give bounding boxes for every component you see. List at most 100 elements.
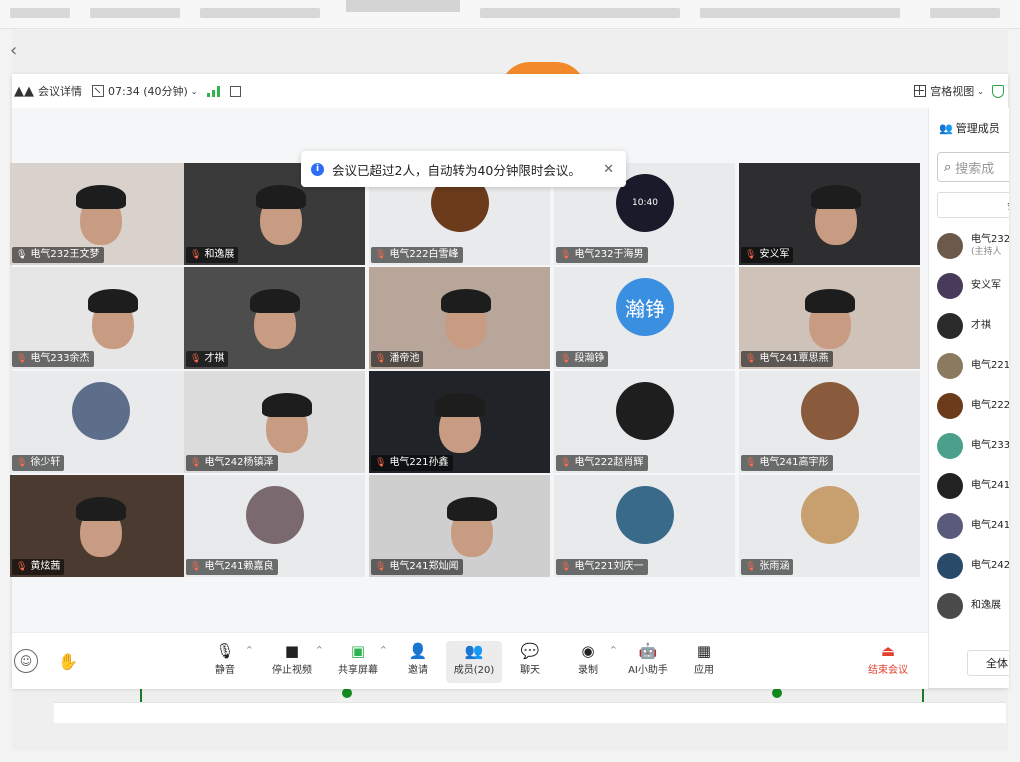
participant-avatar (801, 382, 859, 440)
people-icon: 👥 (939, 121, 953, 135)
participant-tile[interactable]: 🎙 徐少轩 (10, 371, 191, 473)
member-list-item[interactable]: 和逸展 (937, 590, 1009, 622)
participant-name: 电气233余杰 (30, 353, 90, 364)
member-list-item[interactable]: 安义军 (937, 270, 1009, 302)
member-avatar (937, 313, 963, 339)
participant-avatar: 瀚铮 (616, 278, 674, 336)
emoji-icon[interactable]: ☺ (14, 649, 38, 673)
record-options-caret[interactable]: ^ (610, 645, 617, 654)
time-limit-notice: i 会议已超过2人，自动转为40分钟限时会议。 ✕ (301, 151, 626, 187)
apps-button[interactable]: ▦ 应用 (676, 641, 732, 683)
participant-name: 电气241覃思燕 (759, 353, 829, 364)
view-mode-button[interactable]: 宫格视图 (930, 83, 974, 99)
member-name: 电气232 (971, 234, 1009, 245)
close-icon[interactable]: ✕ (603, 162, 614, 177)
record-icon: ◉ (581, 642, 595, 660)
member-list-item[interactable]: 才祺 (937, 310, 1009, 342)
participant-tile[interactable]: 🎙 电气242杨镇泽 (184, 371, 365, 473)
participant-name-tag: 🎙 黄炫茜 (12, 559, 65, 575)
member-info: 电气233 (971, 440, 1009, 452)
member-info: 和逸展 (971, 600, 1001, 612)
share-screen-button[interactable]: ▣ 共享屏幕 (330, 641, 386, 683)
microphone-muted-icon: 🎙 (190, 354, 202, 364)
chevron-down-icon: ⌄ (977, 86, 984, 96)
member-list-item[interactable]: 电气233 (937, 430, 1009, 462)
participant-name: 电气221刘庆一 (574, 561, 644, 572)
camera-icon: ■ (284, 642, 300, 660)
participant-name-tag: 🎙 潘帝池 (371, 351, 424, 367)
add-user-icon: 👤 (408, 642, 428, 660)
meeting-details-button[interactable]: ▲▲ 会议详情 (12, 83, 82, 99)
chat-icon: 💬 (520, 642, 540, 660)
person-hair (435, 393, 485, 417)
chat-button[interactable]: 💬 聊天 (502, 641, 558, 683)
member-info: 电气242 (971, 560, 1009, 572)
members-button[interactable]: 👥 成员(20) (446, 641, 502, 683)
ai-assistant-button[interactable]: 🤖 AI小助手 (620, 641, 676, 683)
person-hair (88, 289, 138, 313)
participant-tile[interactable]: 🎙 张雨涵 (739, 475, 920, 577)
participant-name-tag: 🎙 徐少轩 (12, 455, 65, 471)
member-search-input[interactable]: ⌕ 搜索成 (937, 152, 1009, 182)
popout-icon[interactable] (230, 85, 242, 97)
person-hair (262, 393, 312, 417)
participant-tile[interactable]: 🎙 才祺 (184, 267, 365, 369)
video-grid: i 会议已超过2人，自动转为40分钟限时会议。 ✕ 🎙 电气232王文梦 🎙 和逸展 🎙… (10, 108, 928, 632)
raise-hand-icon[interactable]: ✋ (56, 649, 80, 673)
microphone-muted-icon: 🎙 (375, 354, 387, 364)
stop-video-button[interactable]: ■ 停止视频 (264, 641, 320, 683)
participant-tile[interactable]: 🎙 电气241郑灿闻 (369, 475, 550, 577)
mute-all-button[interactable]: 全体 (967, 650, 1009, 676)
participant-tile[interactable]: 🎙 电气241赖嘉良 (184, 475, 365, 577)
mute-options-caret[interactable]: ^ (246, 645, 253, 654)
member-list-item[interactable]: 电气222 (937, 390, 1009, 422)
participant-tile[interactable]: 🎙 电气222赵肖辉 (554, 371, 735, 473)
members-panel: 👥 管理成员 ⌕ 搜索成 会 电气232 (主持人安义军才祺电气221 电气222 电… (928, 108, 1009, 688)
participant-tile[interactable]: 🎙 电气241高宇彤 (739, 371, 920, 473)
mute-button[interactable]: 🎙 静音 (197, 641, 253, 683)
member-list-item[interactable]: 电气242 (937, 550, 1009, 582)
participant-tile[interactable]: 🎙 安义军 (739, 163, 920, 265)
participant-name-tag: 🎙 电气233余杰 (12, 351, 94, 367)
member-list-item[interactable]: 电气232 (主持人 (937, 230, 1009, 262)
slide-dot (342, 688, 352, 698)
record-button[interactable]: ◉ 录制 (560, 641, 616, 683)
member-name: 和逸展 (971, 600, 1001, 611)
share-options-caret[interactable]: ^ (380, 645, 387, 654)
back-arrow-icon[interactable]: ‹ (10, 40, 17, 61)
member-list-item[interactable]: 电气241 (937, 470, 1009, 502)
participant-name: 电气232王文梦 (30, 249, 100, 260)
participant-tile[interactable]: 瀚铮 🎙 段瀚铮 (554, 267, 735, 369)
participant-tile[interactable]: 🎙 电气221刘庆一 (554, 475, 735, 577)
security-shield-icon[interactable] (992, 84, 1004, 98)
meeting-timer[interactable]: 07:34 (40分钟) ⌄ (92, 83, 197, 99)
participant-tile[interactable]: 🎙 电气232王文梦 (10, 163, 191, 265)
video-options-caret[interactable]: ^ (316, 645, 323, 654)
participant-name: 电气241郑灿闻 (389, 561, 459, 572)
participant-tile[interactable]: 🎙 电气221孙鑫 (369, 371, 550, 473)
member-list-item[interactable]: 电气241 (937, 510, 1009, 542)
participant-name-tag: 🎙 电气221刘庆一 (556, 559, 648, 575)
member-info: 电气241 (971, 480, 1009, 492)
participant-tile[interactable]: 🎙 电气241覃思燕 (739, 267, 920, 369)
participant-tile[interactable]: 🎙 黄炫茜 (10, 475, 191, 577)
grid-view-icon (914, 85, 927, 97)
info-icon: i (311, 162, 324, 176)
member-tab[interactable]: 会 (937, 192, 1009, 218)
invite-button[interactable]: 👤 邀请 (390, 641, 446, 683)
person-hair (256, 185, 306, 209)
participant-tile[interactable]: 🎙 潘帝池 (369, 267, 550, 369)
member-list-item[interactable]: 电气221 (937, 350, 1009, 382)
member-name: 电气241 (971, 520, 1009, 531)
participant-name: 黄炫茜 (30, 561, 61, 572)
person-hair (76, 497, 126, 521)
participant-avatar (72, 382, 130, 440)
participant-tile[interactable]: 🎙 电气233余杰 (10, 267, 191, 369)
search-icon: ⌕ (944, 159, 952, 175)
participant-name-tag: 🎙 和逸展 (186, 247, 239, 263)
share-screen-icon: ▣ (350, 642, 366, 660)
network-signal-icon[interactable] (207, 85, 221, 97)
member-name: 电气221 (971, 360, 1009, 371)
end-meeting-button[interactable]: ⏏ 结束会议 (860, 641, 916, 683)
participant-name: 电气222赵肖辉 (574, 457, 644, 468)
